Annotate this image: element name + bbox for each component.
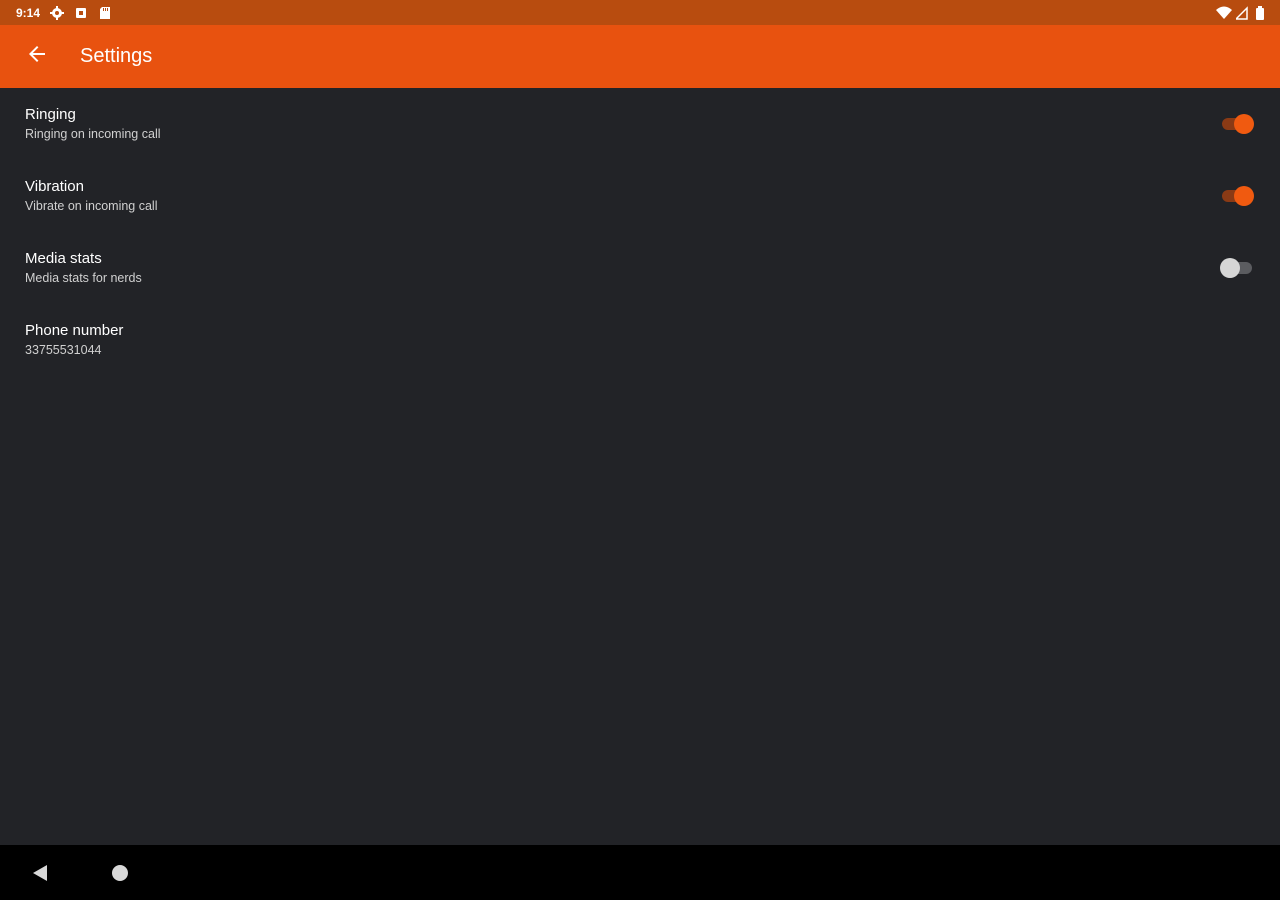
back-triangle-icon[interactable] [31, 864, 49, 887]
signal-icon [1234, 5, 1250, 20]
setting-title: Ringing [25, 106, 76, 123]
sd-card-icon [98, 6, 112, 20]
app-bar: Settings [0, 25, 1280, 88]
notification-icon [74, 6, 88, 20]
status-time: 9:14 [16, 5, 41, 20]
setting-media-stats[interactable]: Media stats Media stats for nerds [0, 232, 1280, 304]
status-left: 9:14 [16, 5, 112, 20]
vibration-switch[interactable] [1220, 185, 1254, 207]
battery-icon [1256, 5, 1264, 20]
setting-phone-number[interactable]: Phone number 33755531044 [0, 304, 1280, 376]
gear-icon [50, 5, 65, 20]
setting-title: Phone number [25, 322, 124, 339]
back-button[interactable] [17, 37, 57, 77]
setting-summary: 33755531044 [25, 343, 102, 357]
setting-title: Vibration [25, 178, 84, 195]
media-stats-switch[interactable] [1220, 257, 1254, 279]
home-circle-icon[interactable] [112, 865, 128, 881]
navigation-bar [0, 845, 1280, 900]
page-title: Settings [80, 45, 153, 67]
switch-thumb [1220, 258, 1240, 278]
setting-vibration[interactable]: Vibration Vibrate on incoming call [0, 160, 1280, 232]
setting-ringing[interactable]: Ringing Ringing on incoming call [0, 88, 1280, 160]
switch-thumb [1234, 186, 1254, 206]
switch-thumb [1234, 114, 1254, 134]
settings-list: Ringing Ringing on incoming call Vibrati… [0, 88, 1280, 376]
arrow-back-icon [27, 44, 47, 69]
setting-summary: Vibrate on incoming call [25, 199, 158, 213]
ringing-switch[interactable] [1220, 113, 1254, 135]
setting-title: Media stats [25, 250, 102, 267]
status-bar: 9:14 [0, 0, 1280, 25]
wifi-icon [1216, 6, 1232, 20]
status-right [1216, 5, 1264, 20]
setting-summary: Media stats for nerds [25, 271, 142, 285]
setting-summary: Ringing on incoming call [25, 127, 161, 141]
